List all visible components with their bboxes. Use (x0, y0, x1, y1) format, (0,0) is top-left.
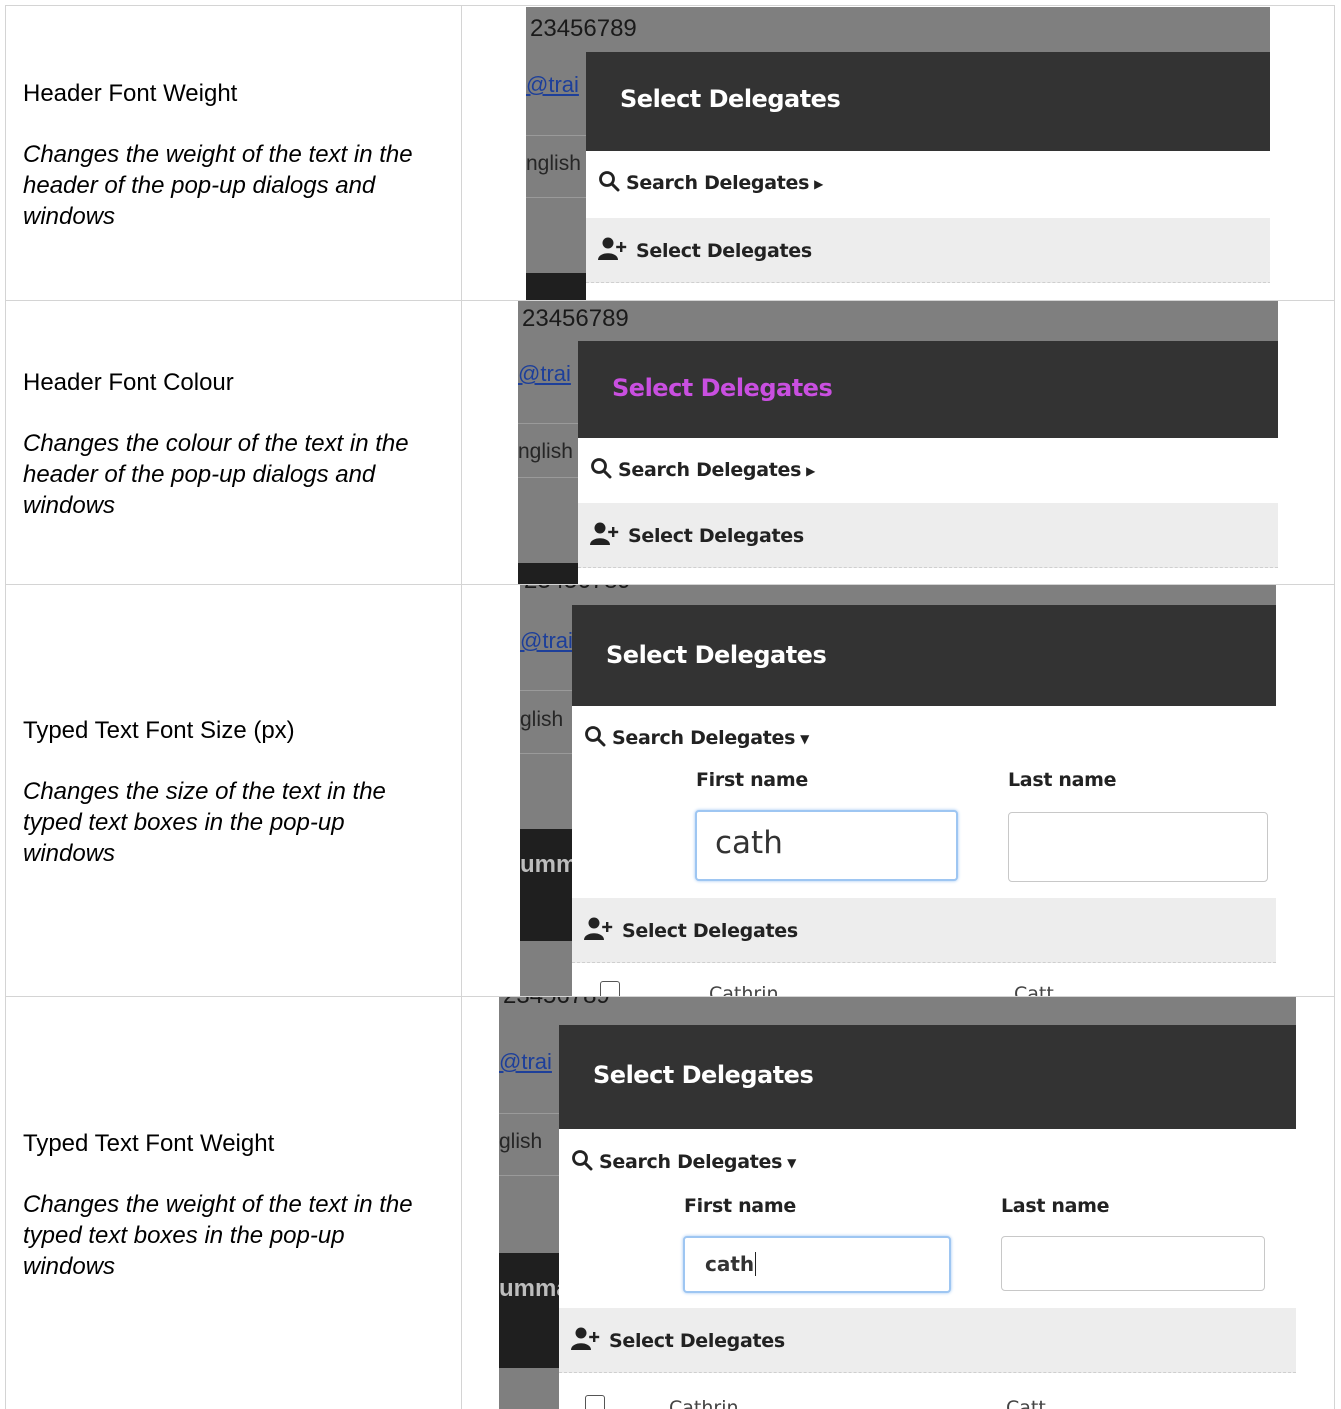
first-name-label: First name (696, 769, 808, 791)
background-email-link: @trai (499, 1049, 552, 1074)
setting-title: Header Font Weight (23, 80, 238, 107)
select-delegates-band: Select Delegates (586, 218, 1270, 283)
dialog-header: Select Delegates (586, 52, 1270, 151)
select-label: Select Delegates (622, 920, 798, 942)
setting-description: Changes the weight of the text in the he… (23, 141, 413, 230)
select-delegates-heading: Select Delegates (598, 237, 812, 266)
background-email-link: @trai (518, 361, 571, 386)
select-delegates-band: Select Delegates (578, 503, 1278, 568)
setting-description: Changes the colour of the text in the he… (23, 430, 409, 519)
search-label: Search Delegates (618, 459, 802, 481)
setting-title: Typed Text Font Weight (23, 1130, 275, 1157)
caret-down-icon: ▼ (787, 1155, 797, 1170)
first-name-input[interactable]: cath (695, 810, 958, 881)
first-name-value: cath (715, 825, 783, 861)
select-label: Select Delegates (628, 525, 804, 547)
first-name-value: cath (705, 1252, 757, 1276)
dialog-header: Select Delegates (572, 605, 1276, 706)
setting-cell: Typed Text Font Size (px) Changes the si… (23, 715, 443, 869)
search-icon (590, 457, 612, 484)
dialog-title: Select Delegates (620, 85, 841, 113)
last-name-label: Last name (1001, 1195, 1110, 1217)
background-language: nglish (518, 440, 573, 463)
setting-cell: Header Font Colour Changes the colour of… (23, 367, 443, 521)
last-name-label: Last name (1008, 769, 1117, 791)
result-last-name: Catt (1014, 983, 1054, 996)
background-number: 23456789 (503, 997, 610, 1010)
setting-cell: Typed Text Font Weight Changes the weigh… (23, 1128, 443, 1282)
add-user-icon (571, 1327, 601, 1356)
background-email-link: @trai (520, 628, 573, 653)
search-label: Search Delegates (612, 727, 796, 749)
setting-cell: Header Font Weight Changes the weight of… (23, 78, 443, 232)
add-user-icon (584, 917, 614, 946)
select-label: Select Delegates (636, 240, 812, 262)
caret-right-icon: ▶ (806, 463, 816, 478)
search-label: Search Delegates (626, 172, 810, 194)
caret-down-icon: ▼ (800, 731, 810, 746)
search-icon (584, 725, 606, 752)
last-name-input[interactable] (1008, 812, 1268, 882)
select-delegates-heading: Select Delegates (571, 1327, 785, 1356)
screenshot-typed-text-font-size: 23456789 @trai glish umma Select Delegat… (520, 585, 1276, 996)
select-delegates-dialog: Select Delegates Search Delegates ▶ Selec… (586, 52, 1270, 300)
add-user-icon (590, 522, 620, 551)
result-first-name: Cathrin (709, 983, 779, 996)
select-delegates-dialog: Select Delegates Search Delegates ▼ First… (559, 1025, 1296, 1409)
background-number: 23456789 (530, 15, 637, 42)
dialog-title: Select Delegates (593, 1061, 814, 1089)
search-delegates-toggle[interactable]: Search Delegates ▼ (571, 1149, 796, 1176)
search-icon (598, 170, 620, 197)
result-row-checkbox[interactable] (585, 1395, 605, 1409)
caret-right-icon: ▶ (814, 176, 824, 191)
result-first-name: Cathrin (669, 1397, 739, 1409)
search-label: Search Delegates (599, 1151, 783, 1173)
search-delegates-toggle[interactable]: Search Delegates ▶ (590, 457, 815, 484)
background-number: 23456789 (522, 305, 629, 332)
select-delegates-band: Select Delegates (572, 898, 1276, 963)
setting-description: Changes the size of the text in the type… (23, 778, 386, 867)
background-number: 23456789 (524, 585, 631, 595)
result-last-name: Catt (1006, 1397, 1046, 1409)
dialog-header: Select Delegates (559, 1025, 1296, 1129)
last-name-input[interactable] (1001, 1236, 1265, 1291)
select-delegates-heading: Select Delegates (590, 522, 804, 551)
background-email-link: @trai (526, 72, 579, 97)
screenshot-typed-text-font-weight: 23456789 @trai glish umma Select Delegat… (499, 997, 1296, 1409)
setting-description: Changes the weight of the text in the ty… (23, 1191, 413, 1280)
search-delegates-toggle[interactable]: Search Delegates ▶ (598, 170, 823, 197)
select-delegates-dialog: Select Delegates Search Delegates ▼ First… (572, 605, 1276, 996)
background-language: glish (499, 1130, 543, 1153)
screenshot-header-font-weight: 23456789 @trai nglish Select Delegates S… (526, 7, 1270, 300)
table-border-right (1334, 5, 1335, 1409)
first-name-input[interactable]: cath (683, 1236, 951, 1293)
background-language: glish (520, 708, 564, 731)
setting-title: Header Font Colour (23, 369, 234, 396)
add-user-icon (598, 237, 628, 266)
setting-title: Typed Text Font Size (px) (23, 717, 295, 744)
screenshot-header-font-colour: 23456789 @trai nglish Select Delegates S… (518, 301, 1278, 584)
dialog-header: Select Delegates (578, 341, 1278, 438)
dialog-title: Select Delegates (606, 641, 827, 669)
table-column-divider (461, 5, 462, 1409)
search-delegates-toggle[interactable]: Search Delegates ▼ (584, 725, 809, 752)
dialog-title: Select Delegates (612, 374, 833, 402)
result-row-checkbox[interactable] (600, 981, 620, 996)
table-border-top (5, 5, 1335, 6)
select-label: Select Delegates (609, 1330, 785, 1352)
first-name-label: First name (684, 1195, 796, 1217)
select-delegates-dialog: Select Delegates Search Delegates ▶ Selec… (578, 341, 1278, 584)
background-language: nglish (526, 152, 581, 175)
table-border-left (5, 5, 6, 1409)
select-delegates-band: Select Delegates (559, 1308, 1296, 1373)
search-icon (571, 1149, 593, 1176)
select-delegates-heading: Select Delegates (584, 917, 798, 946)
